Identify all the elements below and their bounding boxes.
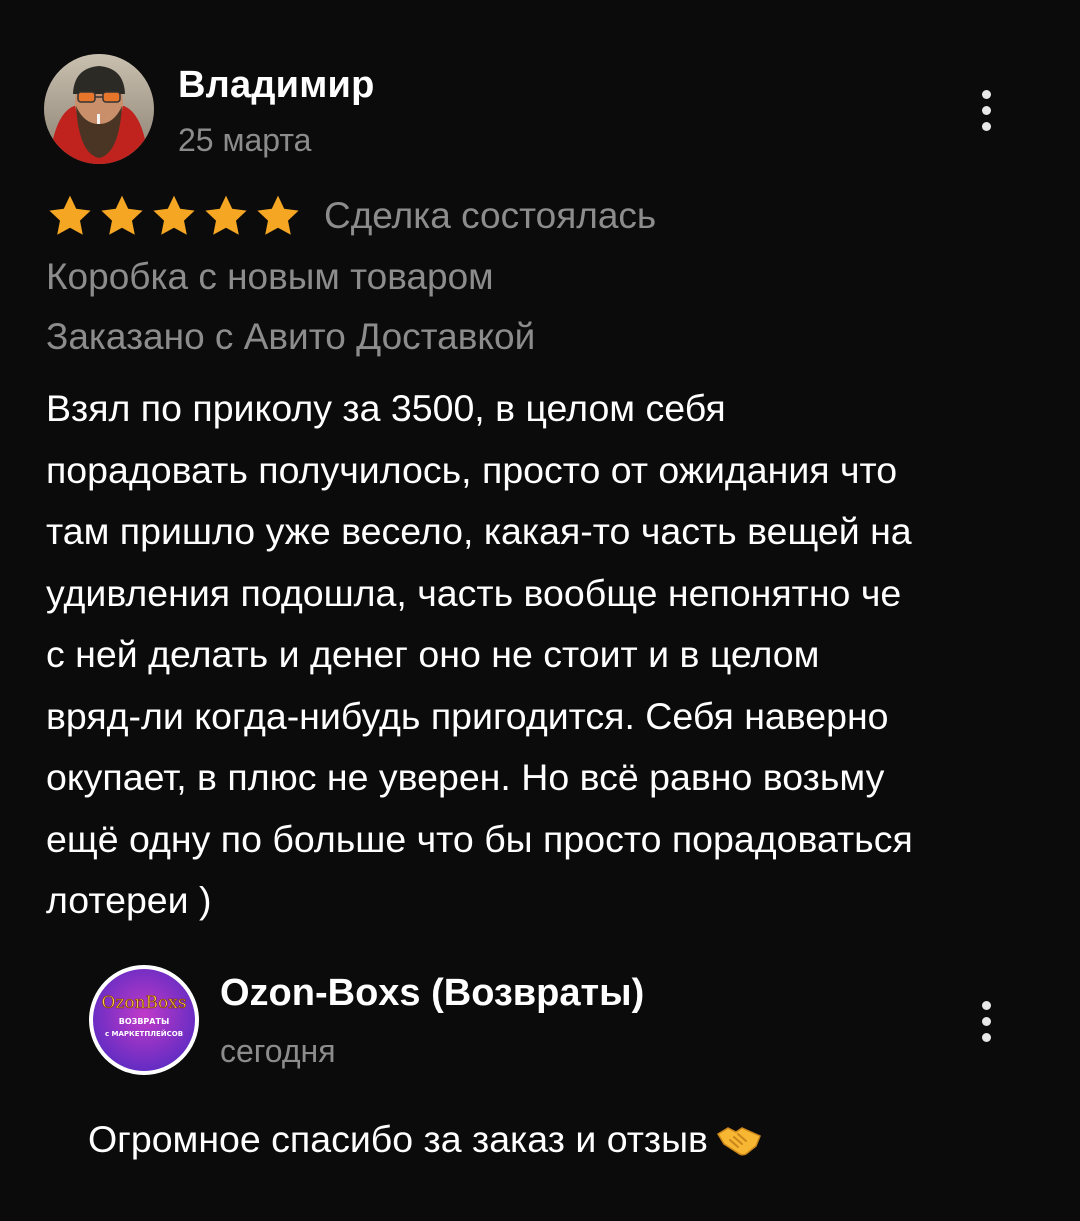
reply-message: Огромное спасибо за заказ и отзыв	[88, 1118, 762, 1161]
star-icon	[205, 195, 247, 235]
logo-title: OzonBoxs	[101, 993, 186, 1013]
user-photo-avatar	[44, 54, 154, 164]
delivery-info: Заказано с Авито Доставкой	[46, 316, 536, 357]
review-date: 25 марта	[178, 122, 312, 158]
logo-line-2: с МАРКЕТПЛЕЙСОВ	[105, 1029, 183, 1038]
more-vertical-icon	[981, 89, 991, 99]
seller-name[interactable]: Ozon-Boxs (Возвраты)	[220, 972, 644, 1015]
reply-date: сегодня	[220, 1033, 336, 1069]
item-title: Коробка с новым товаром	[46, 256, 494, 297]
reply-text: Огромное спасибо за заказ и отзыв	[88, 1118, 708, 1160]
handshake-icon	[716, 1126, 761, 1156]
star-icon	[101, 195, 143, 235]
star-icon	[49, 195, 91, 235]
seller-avatar[interactable]: OzonBoxs ВОЗВРАТЫ с МАРКЕТПЛЕЙСОВ	[88, 964, 200, 1076]
review-text: Взял по приколу за 3500, в целом себя по…	[46, 387, 913, 921]
star-icon	[153, 195, 195, 235]
author-avatar[interactable]	[44, 54, 154, 164]
logo-line-1: ВОЗВРАТЫ	[119, 1017, 169, 1026]
review-more-button[interactable]	[966, 80, 1006, 140]
star-icon	[257, 195, 299, 235]
reply-more-button[interactable]	[966, 991, 1006, 1051]
star-rating	[46, 192, 302, 240]
author-name[interactable]: Владимир	[178, 64, 374, 107]
deal-status: Сделка состоялась	[324, 195, 657, 236]
rating-row: Сделка состоялась	[46, 190, 656, 242]
more-vertical-icon	[981, 1000, 991, 1010]
seller-logo: OzonBoxs ВОЗВРАТЫ с МАРКЕТПЛЕЙСОВ	[89, 965, 199, 1075]
